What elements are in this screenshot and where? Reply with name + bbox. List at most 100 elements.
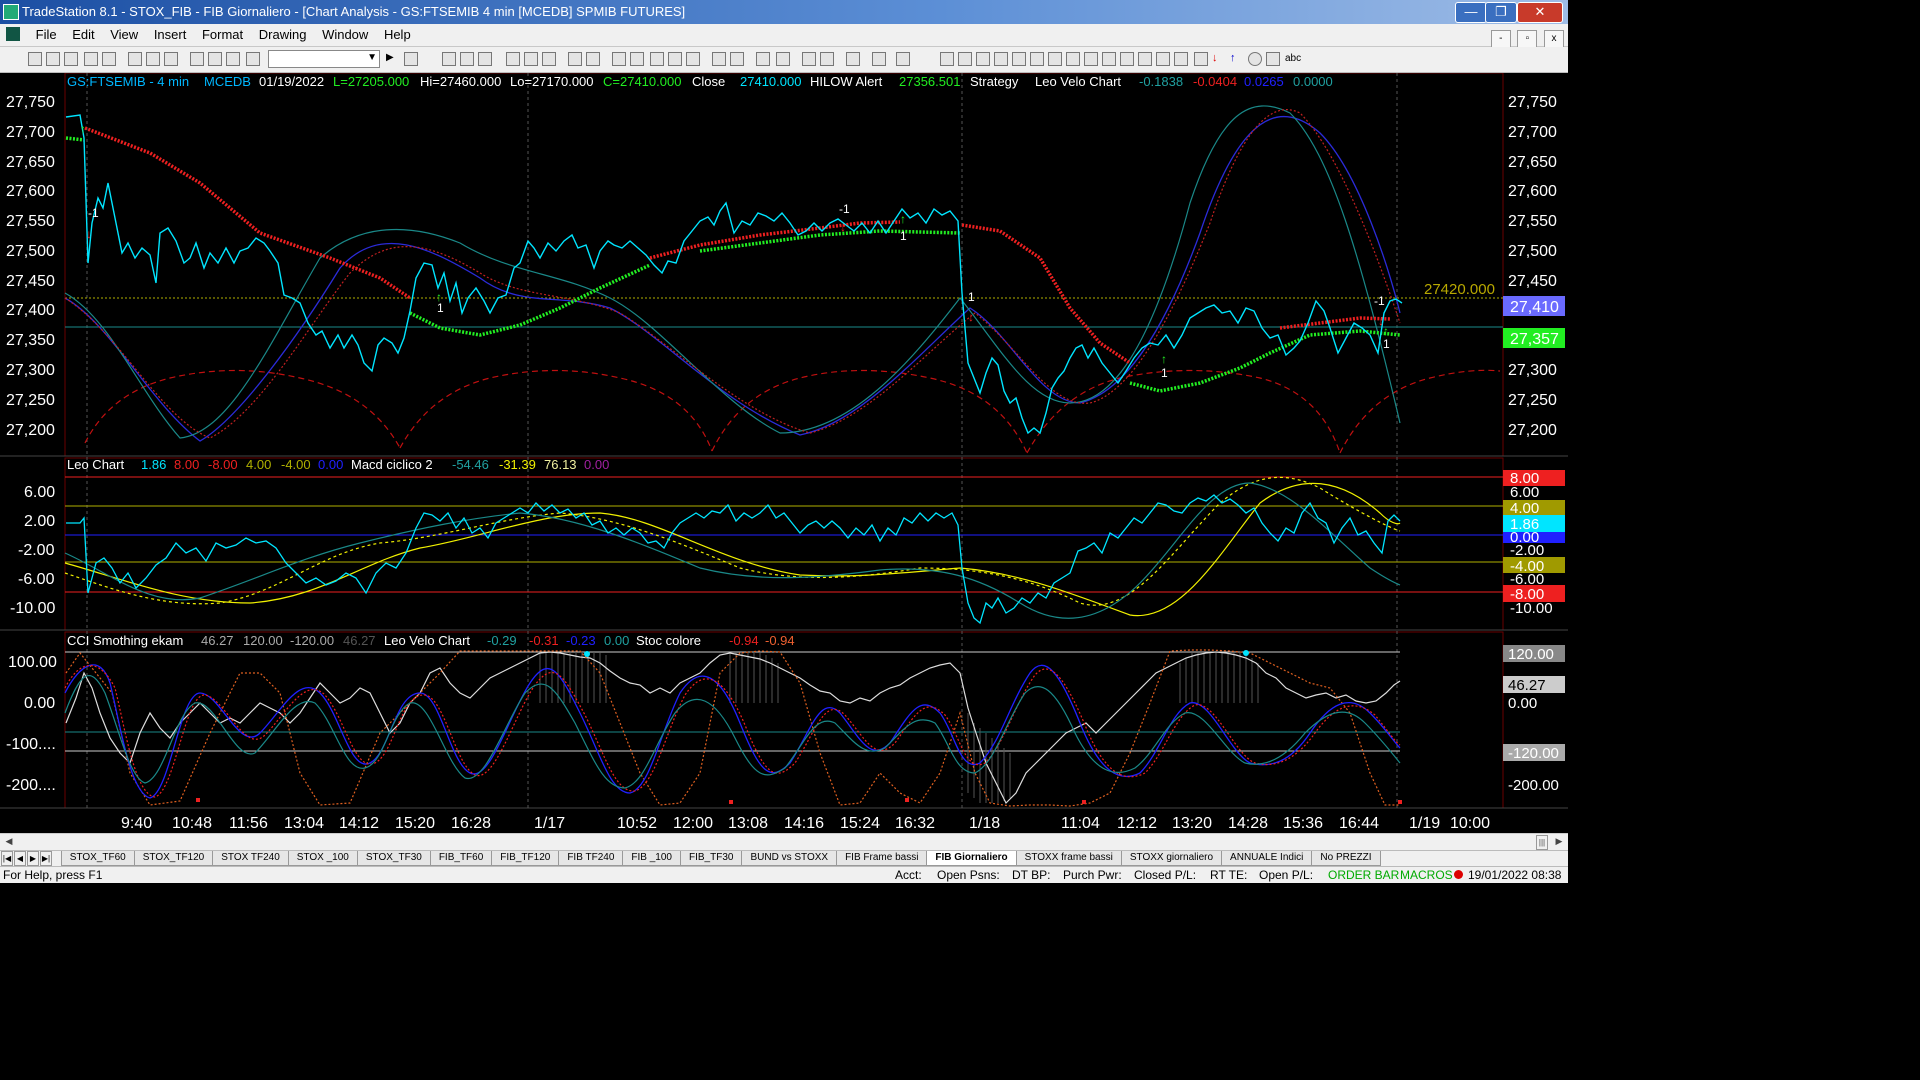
zoom-out-icon[interactable] (776, 52, 790, 66)
text-tool-label[interactable]: abc (1285, 53, 1301, 64)
speed-line-icon[interactable] (1048, 52, 1062, 66)
tab-fib-frame-bassi[interactable]: FIB Frame bassi (836, 851, 928, 866)
cursor-cross-icon[interactable] (712, 52, 726, 66)
print-icon[interactable] (128, 52, 142, 66)
arc-icon[interactable] (1138, 52, 1152, 66)
tab-fib-tf240[interactable]: FIB TF240 (558, 851, 624, 866)
document-icon[interactable] (6, 27, 20, 41)
fib-time-icon[interactable] (1120, 52, 1134, 66)
new-window-icon[interactable] (46, 52, 60, 66)
play-arrow-icon[interactable]: ▶ (386, 52, 400, 66)
menu-help[interactable]: Help (378, 24, 417, 46)
tab-prev-icon[interactable]: ◀ (14, 851, 26, 866)
tab-last-icon[interactable]: ▶| (40, 851, 52, 866)
globe-icon[interactable] (246, 52, 260, 66)
tab-stox-tf30[interactable]: STOX_TF30 (356, 851, 431, 866)
mdi-restore-button[interactable]: ▫ (1517, 30, 1538, 48)
up-arrow-icon[interactable]: ↑ (1230, 52, 1244, 66)
copy-icon[interactable] (84, 52, 98, 66)
cascade-icon[interactable] (586, 52, 600, 66)
rectangle-icon[interactable] (1266, 52, 1280, 66)
curve-icon[interactable] (1194, 52, 1208, 66)
status-macros[interactable]: MACROS (1400, 867, 1453, 883)
fibonacci-icon[interactable] (994, 52, 1008, 66)
menu-view[interactable]: View (104, 24, 144, 46)
mdi-close-button[interactable]: x (1544, 30, 1564, 48)
menu-format[interactable]: Format (196, 24, 249, 46)
bar-style-icon[interactable] (686, 52, 700, 66)
tab-fib-giornaliero[interactable]: FIB Giornaliero (926, 851, 1017, 866)
tab-no-prezzi[interactable]: No PREZZI (1311, 851, 1381, 866)
ellipse-icon[interactable] (1248, 52, 1262, 66)
tab-bund-vs-stoxx[interactable]: BUND vs STOXX (741, 851, 838, 866)
gann-fan-icon[interactable] (1030, 52, 1044, 66)
alert-icon[interactable] (872, 52, 886, 66)
scroll-right-icon[interactable]: ▶ (1552, 835, 1566, 848)
minimize-window-button[interactable]: — (1455, 2, 1487, 23)
workspace-icon[interactable] (64, 52, 78, 66)
menu-edit[interactable]: Edit (66, 24, 100, 46)
radar-icon[interactable] (506, 52, 520, 66)
candle-icon[interactable] (668, 52, 682, 66)
tab-first-icon[interactable]: |◀ (1, 851, 13, 866)
tab-fib-tf60[interactable]: FIB_TF60 (429, 851, 493, 866)
bar-chart-icon[interactable] (650, 52, 664, 66)
tab-stox-100[interactable]: STOX _100 (287, 851, 358, 866)
tab-fib-tf120[interactable]: FIB_TF120 (491, 851, 560, 866)
tools-icon[interactable] (846, 52, 860, 66)
lock-icon[interactable] (208, 52, 222, 66)
optionstation-icon[interactable] (542, 52, 556, 66)
print-preview-icon[interactable] (146, 52, 160, 66)
channel-icon[interactable] (1012, 52, 1026, 66)
indicator-icon[interactable] (612, 52, 626, 66)
regression-icon[interactable] (1066, 52, 1080, 66)
strategy-icon[interactable] (630, 52, 644, 66)
tab-stox-tf240[interactable]: STOX TF240 (212, 851, 289, 866)
save-icon[interactable] (164, 52, 178, 66)
arrow-line-icon[interactable] (1102, 52, 1116, 66)
tab-fib-tf30[interactable]: FIB_TF30 (679, 851, 743, 866)
parallel-lines-icon[interactable] (1156, 52, 1170, 66)
tab-fib-100[interactable]: FIB _100 (622, 851, 681, 866)
data-window-icon[interactable] (730, 52, 744, 66)
symbol-lookup-icon[interactable] (404, 52, 418, 66)
maximize-window-button[interactable]: ❐ (1485, 2, 1517, 23)
select-icon[interactable] (820, 52, 834, 66)
pointer-icon[interactable] (802, 52, 816, 66)
mdi-minimize-button[interactable]: - (1490, 30, 1511, 48)
andrews-pitchfork-icon[interactable] (1084, 52, 1098, 66)
tab-next-icon[interactable]: ▶ (27, 851, 39, 866)
chart-analysis-window[interactable]: GS:FTSEMIB - 4 min MCEDB 01/19/2022 L=27… (0, 72, 1568, 833)
chart-icon[interactable] (442, 52, 456, 66)
scanner-icon[interactable] (524, 52, 538, 66)
zoom-in-icon[interactable] (756, 52, 770, 66)
status-order-bar[interactable]: ORDER BAR (1328, 867, 1399, 883)
menu-file[interactable]: File (30, 24, 63, 46)
tab-stox-tf60[interactable]: STOX_TF60 (60, 851, 135, 866)
new-icon[interactable] (28, 52, 42, 66)
horizontal-scrollbar[interactable]: ◀ ||| ▶ (0, 833, 1568, 850)
tab-annuale-indici[interactable]: ANNUALE Indici (1221, 851, 1313, 866)
tab-stoxx-frame-bassi[interactable]: STOXX frame bassi (1015, 851, 1122, 866)
tab-stox-tf120[interactable]: STOX_TF120 (133, 851, 214, 866)
matrix-icon[interactable] (478, 52, 492, 66)
open-icon[interactable] (102, 52, 116, 66)
down-arrow-icon[interactable]: ↓ (1212, 52, 1226, 66)
tile-icon[interactable] (568, 52, 582, 66)
properties-icon[interactable] (226, 52, 240, 66)
grid-icon[interactable] (460, 52, 474, 66)
symbol-combo[interactable] (268, 50, 380, 68)
close-window-button[interactable]: ✕ (1517, 2, 1563, 23)
horizontal-line-icon[interactable] (976, 52, 990, 66)
menu-window[interactable]: Window (316, 24, 374, 46)
scroll-thumb[interactable]: ||| (1536, 835, 1548, 850)
vertical-line-icon[interactable] (958, 52, 972, 66)
trendline-icon[interactable] (940, 52, 954, 66)
format-icon[interactable] (896, 52, 910, 66)
tab-stoxx-giornaliero[interactable]: STOXX giornaliero (1120, 851, 1223, 866)
menu-insert[interactable]: Insert (148, 24, 193, 46)
menu-drawing[interactable]: Drawing (253, 24, 313, 46)
pencil-icon[interactable] (1174, 52, 1188, 66)
paste-icon[interactable] (190, 52, 204, 66)
scroll-left-icon[interactable]: ◀ (2, 835, 16, 848)
